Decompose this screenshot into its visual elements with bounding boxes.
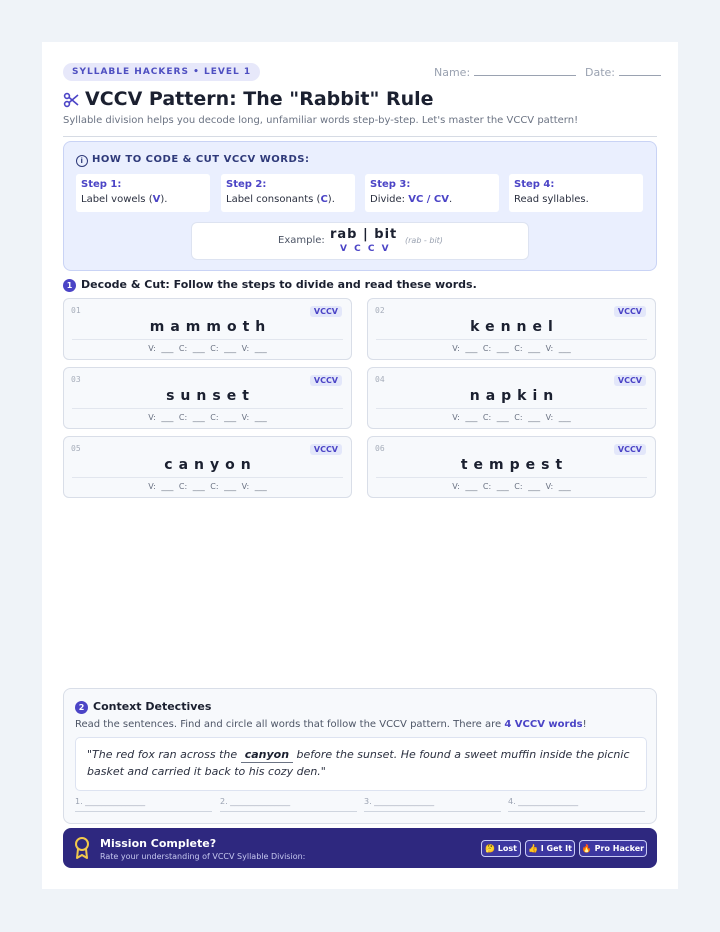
word-card: 02 VCCV kennel V: ___ C: ___ C: ___ V: _… xyxy=(367,298,656,360)
name-label: Name: xyxy=(434,66,471,79)
card-divider xyxy=(376,477,647,478)
section-2-title: Context Detectives xyxy=(93,700,212,713)
code-blanks[interactable]: V: ___ C: ___ C: ___ V: ___ xyxy=(64,413,351,422)
word-number: 03 xyxy=(71,375,81,384)
level-badge: SYLLABLE HACKERS • LEVEL 1 xyxy=(63,63,261,81)
word-text: napkin xyxy=(469,388,560,404)
example-code: V C C V xyxy=(340,244,391,254)
word-number: 05 xyxy=(71,444,81,453)
word-card: 01 VCCV mammoth V: ___ C: ___ C: ___ V: … xyxy=(63,298,352,360)
example-word: rab | bit xyxy=(330,227,398,242)
word-number: 02 xyxy=(375,306,385,315)
code-blanks[interactable]: V: ___ C: ___ C: ___ V: ___ xyxy=(368,344,655,353)
header-divider xyxy=(63,136,657,137)
pattern-tag: VCCV xyxy=(309,306,342,317)
pattern-tag: VCCV xyxy=(613,444,646,455)
card-divider xyxy=(376,408,647,409)
word-text: kennel xyxy=(470,319,559,335)
word-card: 05 VCCV canyon V: ___ C: ___ C: ___ V: _… xyxy=(63,436,352,498)
word-text: sunset xyxy=(166,388,255,404)
answer-line-3[interactable]: 3. _______________ xyxy=(364,797,501,812)
pattern-tag: VCCV xyxy=(613,306,646,317)
name-field[interactable]: Name: xyxy=(434,65,576,79)
step-3-card: Step 3: Divide: VC / CV. xyxy=(365,174,499,212)
step-2-card: Step 2: Label consonants (C). xyxy=(221,174,355,212)
word-card: 04 VCCV napkin V: ___ C: ___ C: ___ V: _… xyxy=(367,367,656,429)
info-icon: i xyxy=(76,155,88,167)
code-blanks[interactable]: V: ___ C: ___ C: ___ V: ___ xyxy=(64,482,351,491)
rating-get-it-button[interactable]: 👍 I Get It xyxy=(525,840,575,857)
word-card: 06 VCCV tempest V: ___ C: ___ C: ___ V: … xyxy=(367,436,656,498)
step-label: Step 1: xyxy=(81,179,122,190)
step-text: Divide: VC / CV. xyxy=(370,194,453,205)
card-divider xyxy=(72,477,343,478)
pattern-tag: VCCV xyxy=(613,375,646,386)
answer-line-2[interactable]: 2. _______________ xyxy=(220,797,357,812)
how-to-heading: i HOW TO CODE & CUT VCCV WORDS: xyxy=(76,154,309,167)
step-1-card: Step 1: Label vowels (V). xyxy=(76,174,210,212)
word-text: tempest xyxy=(460,457,569,473)
date-line xyxy=(618,65,661,76)
worksheet-page: SYLLABLE HACKERS • LEVEL 1 Name: Date: V… xyxy=(42,42,678,889)
rating-pro-hacker-button[interactable]: 🔥 Pro Hacker xyxy=(579,840,647,857)
word-number: 06 xyxy=(375,444,385,453)
story-passage: "The red fox ran across the canyon befor… xyxy=(75,737,647,791)
how-to-heading-text: HOW TO CODE & CUT VCCV WORDS: xyxy=(92,154,310,165)
word-number: 04 xyxy=(375,375,385,384)
section-1-title: Decode & Cut: Follow the steps to divide… xyxy=(81,278,477,291)
code-blanks[interactable]: V: ___ C: ___ C: ___ V: ___ xyxy=(368,413,655,422)
section-2-heading: 2 Context Detectives xyxy=(75,700,211,714)
mission-banner: Mission Complete? Rate your understandin… xyxy=(63,828,657,868)
word-card: 03 VCCV sunset V: ___ C: ___ C: ___ V: _… xyxy=(63,367,352,429)
page-subtitle: Syllable division helps you decode long,… xyxy=(63,115,579,126)
example-note: (rab - bit) xyxy=(405,236,443,245)
word-text: mammoth xyxy=(149,319,272,335)
answer-line-1[interactable]: 1. _______________ xyxy=(75,797,212,812)
example-box: Example: rab | bit V C C V (rab - bit) xyxy=(191,222,529,260)
step-label: Step 3: xyxy=(370,179,411,190)
scissors-icon xyxy=(63,92,79,108)
page-title: VCCV Pattern: The "Rabbit" Rule xyxy=(63,88,434,110)
context-instructions: Read the sentences. Find and circle all … xyxy=(75,719,587,730)
code-blanks[interactable]: V: ___ C: ___ C: ___ V: ___ xyxy=(64,344,351,353)
example-label: Example: xyxy=(278,235,325,246)
date-field[interactable]: Date: xyxy=(585,65,661,79)
mission-title: Mission Complete? xyxy=(100,837,217,850)
card-divider xyxy=(376,339,647,340)
step-4-card: Step 4: Read syllables. xyxy=(509,174,643,212)
context-detectives-panel: 2 Context Detectives Read the sentences. … xyxy=(63,688,657,824)
mission-subtitle: Rate your understanding of VCCV Syllable… xyxy=(100,852,306,861)
how-to-panel: i HOW TO CODE & CUT VCCV WORDS: Step 1: L… xyxy=(63,141,657,271)
card-divider xyxy=(72,339,343,340)
pattern-tag: VCCV xyxy=(309,444,342,455)
highlighted-word[interactable]: canyon xyxy=(240,748,294,763)
rating-lost-button[interactable]: 🤔 Lost xyxy=(481,840,521,857)
step-text: Label vowels (V). xyxy=(81,194,168,205)
date-label: Date: xyxy=(585,66,615,79)
word-text: canyon xyxy=(164,457,257,473)
section-1-heading: 1 Decode & Cut: Follow the steps to divid… xyxy=(63,278,477,292)
code-blanks[interactable]: V: ___ C: ___ C: ___ V: ___ xyxy=(368,482,655,491)
name-line xyxy=(473,65,576,76)
answer-line-4[interactable]: 4. _______________ xyxy=(508,797,645,812)
step-text: Read syllables. xyxy=(514,194,589,205)
page-title-text: VCCV Pattern: The "Rabbit" Rule xyxy=(85,88,434,110)
step-text: Label consonants (C). xyxy=(226,194,335,205)
pattern-tag: VCCV xyxy=(309,375,342,386)
section-number-badge: 1 xyxy=(63,279,76,292)
word-number: 01 xyxy=(71,306,81,315)
card-divider xyxy=(72,408,343,409)
award-ribbon-icon xyxy=(75,837,89,859)
step-label: Step 2: xyxy=(226,179,267,190)
section-number-badge: 2 xyxy=(75,701,88,714)
step-label: Step 4: xyxy=(514,179,555,190)
